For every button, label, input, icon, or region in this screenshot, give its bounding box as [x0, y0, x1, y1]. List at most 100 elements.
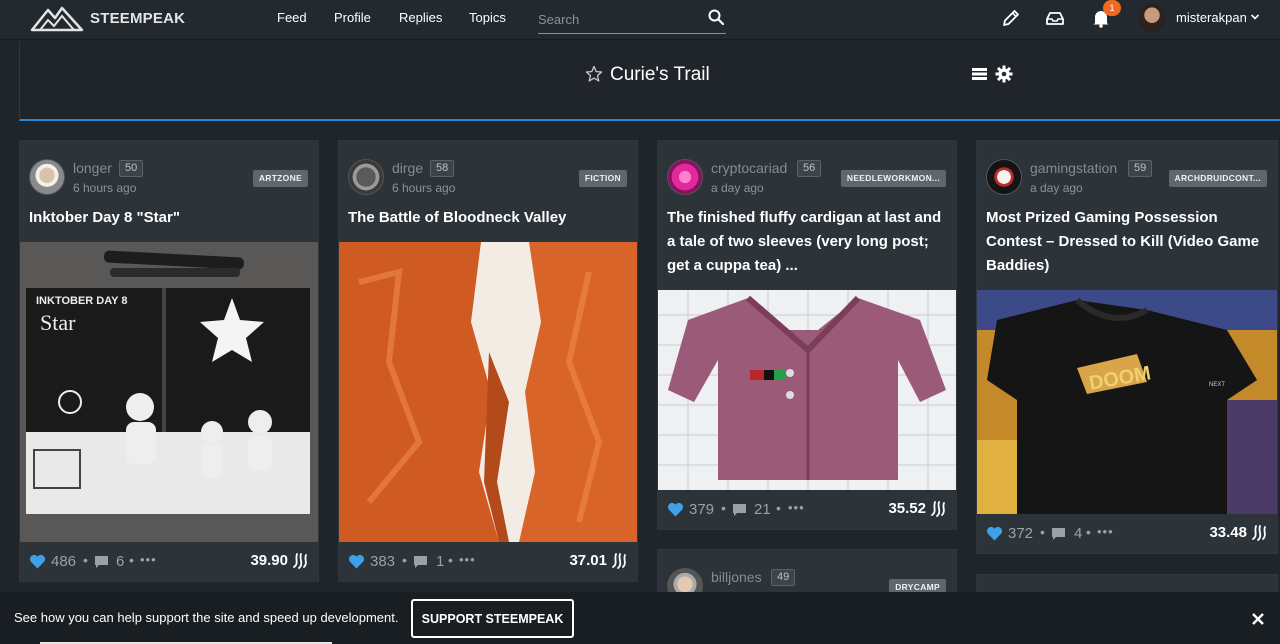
nav-profile[interactable]: Profile: [334, 10, 371, 25]
nav-feed[interactable]: Feed: [277, 10, 307, 25]
post-footer: 372 • 4 • ••• 33.48: [977, 514, 1277, 554]
more-menu-icon[interactable]: •••: [140, 552, 157, 567]
upvote-heart-icon[interactable]: [348, 554, 365, 569]
page-header: Curie's Trail: [19, 41, 1280, 121]
post-card[interactable]: gamingstation 59 a day ago ARCHDRUIDCONT…: [976, 140, 1278, 554]
vote-count[interactable]: 379: [689, 501, 714, 518]
post-time: 6 hours ago: [392, 181, 456, 195]
payout-value[interactable]: 35.52: [888, 500, 926, 517]
comment-icon[interactable]: [413, 555, 428, 569]
upvote-heart-icon[interactable]: [986, 526, 1003, 541]
post-title[interactable]: The Battle of Bloodneck Valley: [339, 203, 637, 230]
support-banner: See how you can help support the site an…: [0, 592, 1280, 644]
post-title[interactable]: The finished fluffy cardigan at last and…: [658, 203, 956, 278]
post-thumbnail[interactable]: [339, 242, 637, 542]
notification-badge: 1: [1103, 0, 1121, 16]
post-thumbnail[interactable]: INKTOBER DAY 8 Star: [20, 242, 318, 542]
separator-dot: •: [448, 552, 453, 568]
separator-dot: •: [1086, 524, 1091, 540]
author-name[interactable]: billjones: [711, 569, 762, 585]
search-icon[interactable]: [708, 9, 724, 25]
brand-name: STEEMPEAK: [90, 9, 186, 27]
category-tag[interactable]: ARTZONE: [252, 170, 308, 187]
upvote-heart-icon[interactable]: [667, 502, 684, 517]
payout-value[interactable]: 37.01: [569, 552, 607, 569]
comment-count[interactable]: 21: [754, 501, 771, 518]
gear-icon[interactable]: [995, 65, 1013, 83]
author-avatar[interactable]: [29, 159, 65, 195]
separator-dot: •: [776, 500, 781, 516]
reputation-badge: 59: [1128, 160, 1153, 177]
post-time: a day ago: [1030, 181, 1083, 195]
author-avatar[interactable]: [986, 159, 1022, 195]
post-footer: 379 • 21 • ••• 35.52: [658, 490, 956, 530]
post-footer: 383 • 1 • ••• 37.01: [339, 542, 637, 582]
support-steempeak-button[interactable]: SUPPORT STEEMPEAK: [411, 599, 574, 638]
more-menu-icon[interactable]: •••: [1097, 524, 1114, 539]
vote-count[interactable]: 486: [51, 553, 76, 570]
user-avatar[interactable]: [1138, 4, 1166, 32]
list-view-icon[interactable]: [972, 67, 987, 81]
author-name[interactable]: cryptocariad: [711, 160, 787, 176]
post-card[interactable]: longer 50 6 hours ago ARTZONE Inktober D…: [19, 140, 319, 582]
svg-text:Star: Star: [40, 310, 76, 335]
author-avatar[interactable]: [348, 159, 384, 195]
reputation-badge: 49: [771, 569, 796, 586]
support-message: See how you can help support the site an…: [14, 610, 399, 625]
author-name[interactable]: gamingstation: [1030, 160, 1117, 176]
separator-dot: •: [402, 552, 407, 568]
nav-replies[interactable]: Replies: [399, 10, 442, 25]
payout-value[interactable]: 39.90: [250, 552, 288, 569]
star-icon[interactable]: [585, 65, 603, 83]
post-thumbnail[interactable]: [658, 290, 956, 490]
comment-icon[interactable]: [732, 503, 747, 517]
reputation-badge: 50: [119, 160, 144, 177]
comment-icon[interactable]: [1051, 527, 1066, 541]
separator-dot: •: [1040, 524, 1045, 540]
search-box: [538, 4, 726, 34]
comment-icon[interactable]: [94, 555, 109, 569]
vote-count[interactable]: 372: [1008, 525, 1033, 542]
author-avatar[interactable]: [667, 159, 703, 195]
chevron-down-icon[interactable]: [1250, 12, 1260, 22]
steem-icon: [931, 501, 945, 517]
category-tag[interactable]: NEEDLEWORKMON...: [840, 170, 946, 187]
post-time: a day ago: [711, 181, 764, 195]
post-thumbnail[interactable]: DOOM NEXT: [977, 290, 1277, 514]
comment-count[interactable]: 6: [116, 553, 124, 570]
payout-value[interactable]: 33.48: [1209, 524, 1247, 541]
steem-icon: [1252, 525, 1266, 541]
comment-count[interactable]: 1: [436, 553, 444, 570]
separator-dot: •: [83, 552, 88, 568]
mountain-logo-icon: [30, 6, 84, 32]
reputation-badge: 58: [430, 160, 455, 177]
post-card[interactable]: cryptocariad 56 a day ago NEEDLEWORKMON.…: [657, 140, 957, 530]
comment-count[interactable]: 4: [1074, 525, 1082, 542]
svg-text:INKTOBER DAY 8: INKTOBER DAY 8: [36, 295, 128, 307]
post-title[interactable]: Most Prized Gaming Possession Contest – …: [977, 203, 1277, 278]
post-card[interactable]: dirge 58 6 hours ago FICTION The Battle …: [338, 140, 638, 582]
close-icon[interactable]: [1251, 612, 1265, 626]
steem-icon: [293, 553, 307, 569]
more-menu-icon[interactable]: •••: [459, 552, 476, 567]
category-tag[interactable]: FICTION: [578, 170, 627, 187]
page-title: Curie's Trail: [610, 64, 710, 85]
post-title[interactable]: Inktober Day 8 "Star": [20, 203, 318, 230]
username[interactable]: misterakpan: [1176, 10, 1247, 25]
nav-topics[interactable]: Topics: [469, 10, 506, 25]
top-navbar: STEEMPEAK Feed Profile Replies Topics 1 …: [0, 0, 1280, 40]
author-name[interactable]: dirge: [392, 160, 423, 176]
separator-dot: •: [721, 500, 726, 516]
pencil-icon[interactable]: [1001, 8, 1021, 28]
vote-count[interactable]: 383: [370, 553, 395, 570]
upvote-heart-icon[interactable]: [29, 554, 46, 569]
separator-dot: •: [129, 552, 134, 568]
category-tag[interactable]: ARCHDRUIDCONT...: [1168, 170, 1267, 187]
post-footer: 486 • 6 • ••• 39.90: [20, 542, 318, 582]
svg-text:NEXT: NEXT: [1209, 382, 1225, 388]
steempeak-logo[interactable]: STEEMPEAK: [30, 3, 185, 33]
inbox-icon[interactable]: [1045, 8, 1065, 28]
more-menu-icon[interactable]: •••: [788, 500, 805, 515]
author-name[interactable]: longer: [73, 160, 112, 176]
search-input[interactable]: [538, 8, 698, 30]
